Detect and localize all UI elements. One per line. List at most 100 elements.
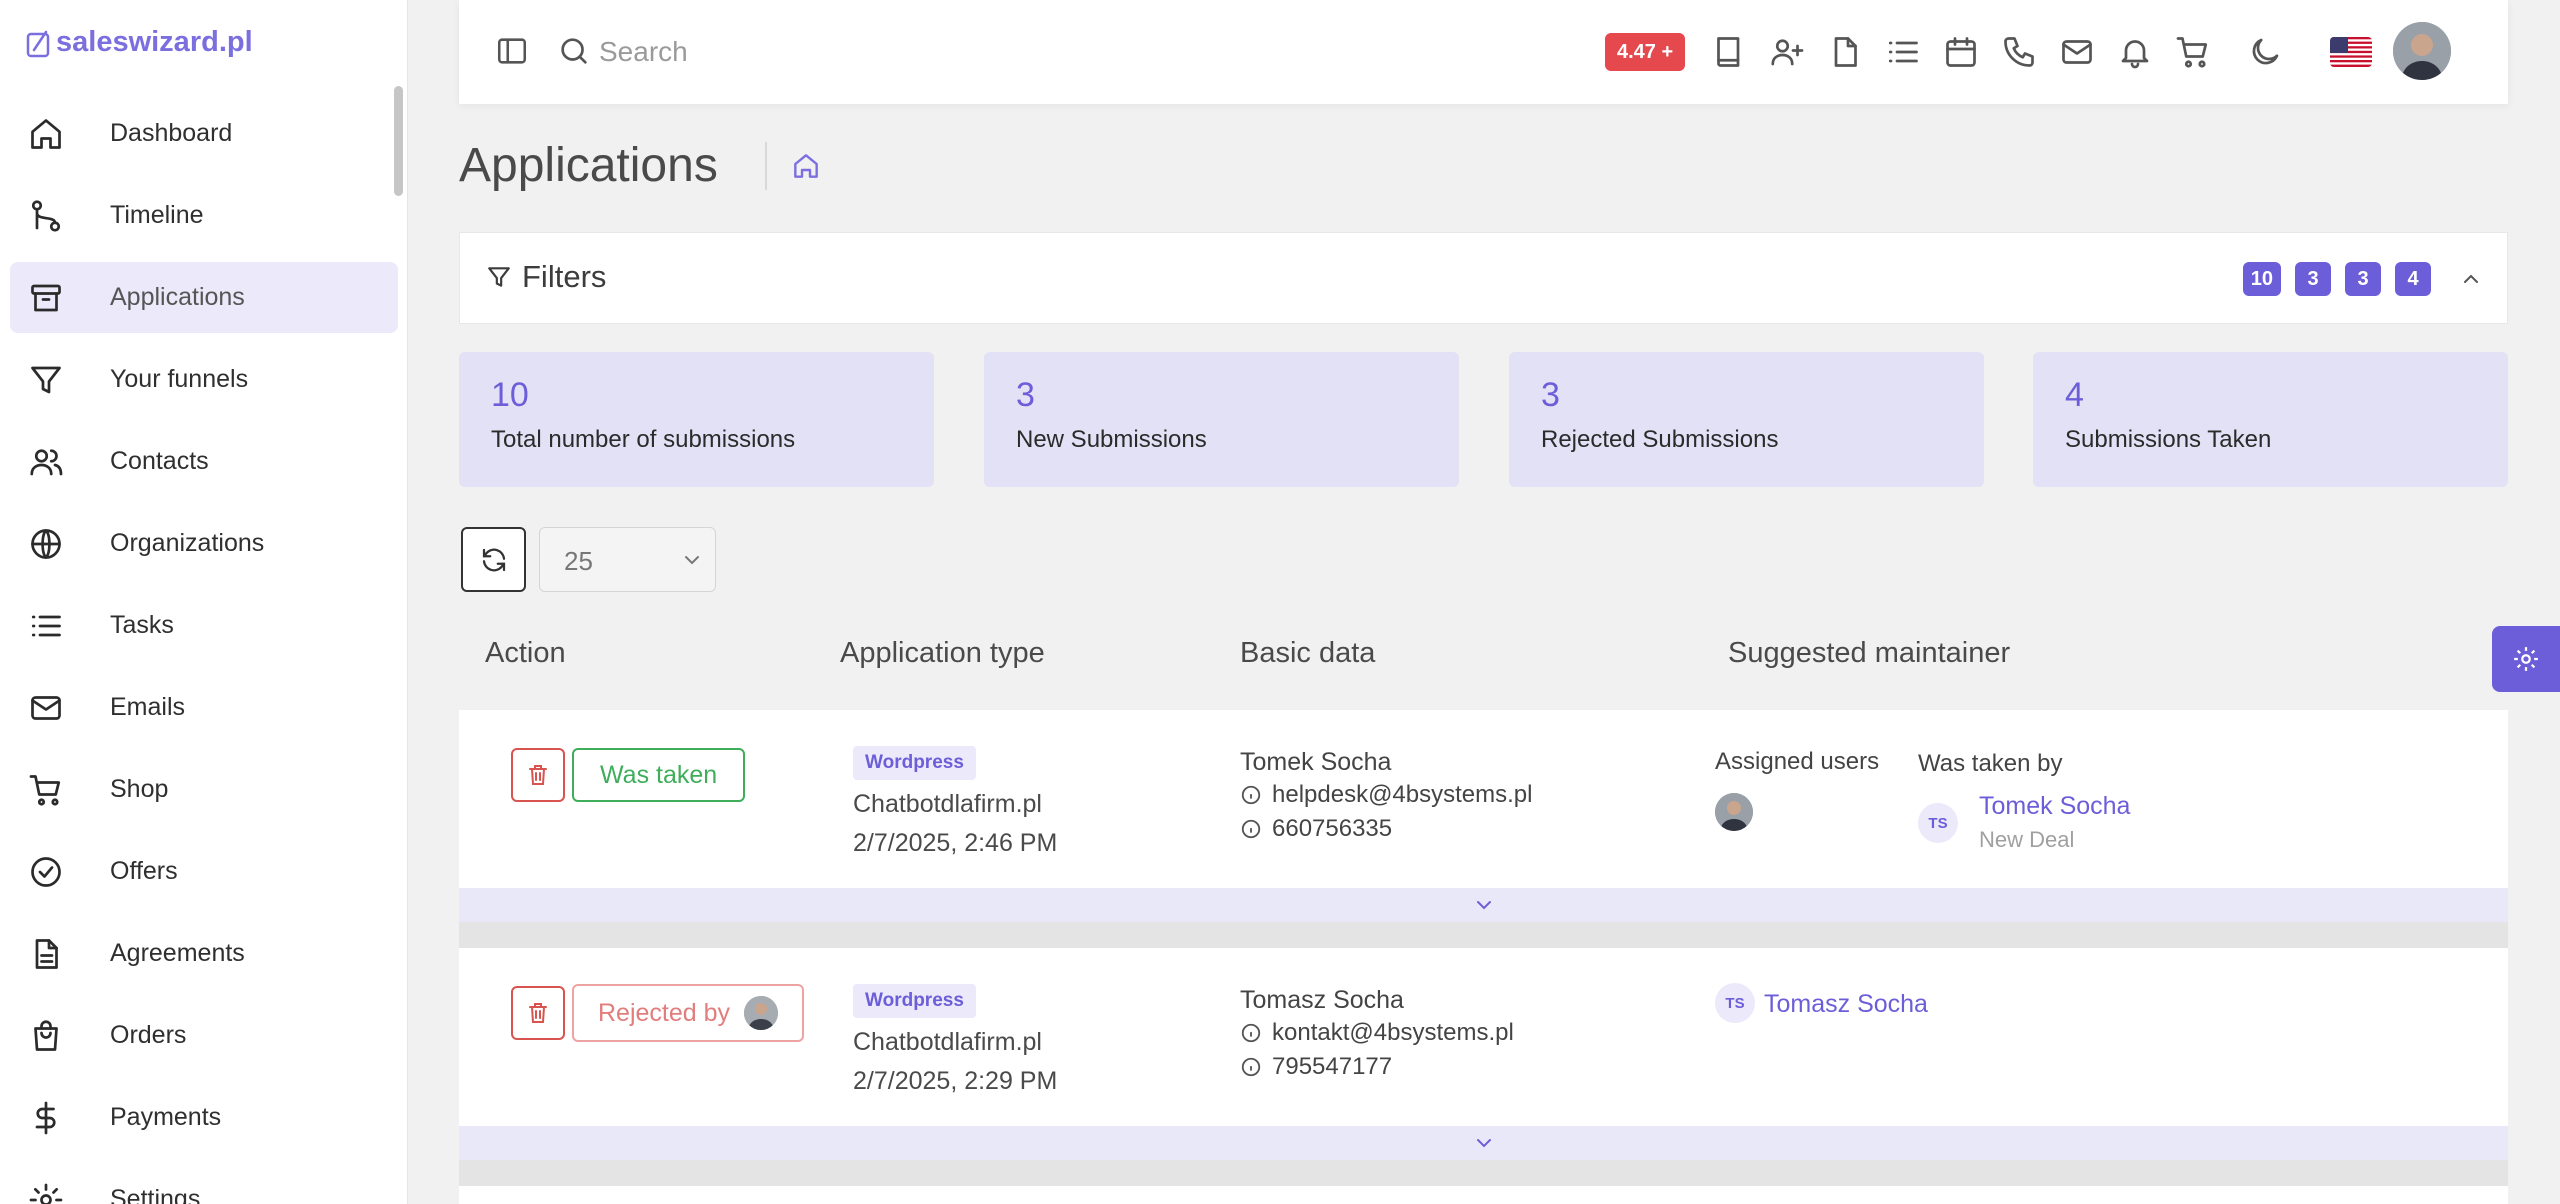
contact-name: Tomasz Socha (1240, 986, 1404, 1014)
check-circle-icon (28, 854, 84, 890)
topbar: 4.47 + (459, 0, 2508, 104)
sidebar-item-payments[interactable]: Payments (10, 1082, 398, 1153)
stat-label: Submissions Taken (2065, 426, 2272, 453)
list-icon (28, 608, 84, 644)
sidebar-item-shop[interactable]: Shop (10, 754, 398, 825)
sidebar-item-dashboard[interactable]: Dashboard (10, 98, 398, 169)
brand-logo[interactable]: saleswizard.pl (26, 26, 253, 59)
sidebar-item-emails[interactable]: Emails (10, 672, 398, 743)
contact-email-line: kontakt@4bsystems.pl (1240, 1019, 1514, 1047)
filter-chip-taken[interactable]: 4 (2395, 262, 2431, 296)
sidebar-item-label: Applications (110, 283, 245, 311)
sidebar-item-label: Contacts (110, 447, 209, 475)
stat-card-new[interactable]: 3 New Submissions (984, 352, 1459, 487)
filters-panel[interactable]: Filters 10 3 3 4 (459, 232, 2508, 324)
filter-chip-rejected[interactable]: 3 (2345, 262, 2381, 296)
user-plus-icon[interactable] (1769, 34, 1805, 70)
was-taken-button[interactable]: Was taken (572, 748, 746, 802)
bell-icon[interactable] (2117, 34, 2153, 70)
stat-label: Rejected Submissions (1541, 426, 1779, 453)
sidebar-item-organizations[interactable]: Organizations (10, 508, 398, 579)
users-icon (28, 444, 84, 480)
sidebar-item-label: Shop (110, 775, 169, 803)
refresh-icon (482, 548, 505, 571)
home-breadcrumb-icon[interactable] (790, 150, 822, 182)
sidebar-item-settings[interactable]: Settings (10, 1164, 398, 1204)
contact-email[interactable]: helpdesk@4bsystems.pl (1272, 781, 1532, 809)
sidebar-item-agreements[interactable]: Agreements (10, 918, 398, 989)
chevron-up-icon[interactable] (2459, 267, 2483, 291)
column-header-application-type[interactable]: Application type (840, 637, 1045, 670)
sidebar-item-offers[interactable]: Offers (10, 836, 398, 907)
file-icon[interactable] (1827, 34, 1863, 70)
table-row[interactable] (459, 1186, 2508, 1204)
filter-chip-new[interactable]: 3 (2295, 262, 2331, 296)
sidebar-scrollbar[interactable] (394, 86, 403, 196)
row-expand-toggle[interactable] (459, 888, 2508, 922)
cart-icon[interactable] (2175, 34, 2211, 70)
sidebar-item-funnels[interactable]: Your funnels (10, 344, 398, 415)
application-source: Chatbotdlafirm.pl (853, 1028, 1042, 1056)
filters-title: Filters (522, 259, 607, 294)
sidebar-item-label: Orders (110, 1021, 187, 1049)
delete-button[interactable] (511, 748, 565, 802)
application-source: Chatbotdlafirm.pl (853, 790, 1042, 818)
table-row[interactable]: Was taken Wordpress Chatbotdlafirm.pl 2/… (459, 710, 2508, 888)
row-expand-toggle[interactable] (459, 1126, 2508, 1160)
contact-name: Tomek Socha (1240, 748, 1392, 776)
stat-card-rejected[interactable]: 3 Rejected Submissions (1509, 352, 1984, 487)
version-badge[interactable]: 4.47 + (1605, 33, 1686, 71)
page-title: Applications (459, 139, 718, 192)
contact-email[interactable]: kontakt@4bsystems.pl (1272, 1019, 1514, 1047)
sidebar-nav: Dashboard Timeline Applications Your fun… (10, 98, 398, 1204)
search-icon[interactable] (557, 34, 591, 68)
dollar-icon (28, 1100, 84, 1136)
git-branch-icon (28, 198, 84, 234)
assigned-user-avatar[interactable] (1715, 793, 1753, 831)
sidebar-item-label: Your funnels (110, 365, 249, 393)
sidebar-item-label: Settings (110, 1185, 201, 1204)
rejected-by-button[interactable]: Rejected by (572, 984, 805, 1042)
archive-icon (28, 280, 84, 316)
calendar-icon[interactable] (1943, 34, 1979, 70)
delete-button[interactable] (511, 986, 565, 1040)
page-size-select[interactable]: 25 (539, 527, 716, 592)
refresh-button[interactable] (461, 527, 526, 592)
chevron-down-icon (1476, 901, 1491, 910)
taker-initials-avatar: TS (1918, 803, 1958, 843)
column-header-suggested-maintainer[interactable]: Suggested maintainer (1728, 637, 2010, 670)
filters-header[interactable]: Filters (486, 259, 606, 295)
sidebar-item-label: Tasks (110, 611, 174, 639)
sidebar-item-timeline[interactable]: Timeline (10, 180, 398, 251)
sidebar-item-applications[interactable]: Applications (10, 262, 398, 333)
column-header-action[interactable]: Action (485, 637, 566, 670)
assigned-users-label: Assigned users (1715, 748, 1880, 775)
moon-icon[interactable] (2247, 34, 2283, 70)
cart-icon (28, 772, 84, 808)
filter-chip-total[interactable]: 10 (2242, 262, 2281, 296)
sidebar-toggle-icon[interactable] (495, 34, 529, 68)
sidebar-item-orders[interactable]: Orders (10, 1000, 398, 1071)
taker-name-link[interactable]: Tomek Socha (1979, 792, 2130, 821)
sidebar-item-contacts[interactable]: Contacts (10, 426, 398, 497)
list-icon[interactable] (1885, 34, 1921, 70)
stat-card-total[interactable]: 10 Total number of submissions (459, 352, 934, 487)
user-avatar[interactable] (2393, 22, 2451, 80)
contact-phone[interactable]: 795547177 (1272, 1053, 1392, 1081)
contact-phone-line: 795547177 (1240, 1053, 1392, 1081)
column-header-basic-data[interactable]: Basic data (1240, 637, 1375, 670)
contact-phone[interactable]: 660756335 (1272, 815, 1392, 843)
table-row[interactable]: Rejected by Wordpress Chatbotdlafirm.pl … (459, 948, 2508, 1126)
row-separator (459, 922, 2508, 948)
mail-icon[interactable] (2059, 34, 2095, 70)
sidebar-item-tasks[interactable]: Tasks (10, 590, 398, 661)
search-input[interactable] (599, 26, 1099, 78)
book-icon[interactable] (1711, 34, 1747, 70)
customizer-gear-button[interactable] (2492, 626, 2560, 692)
us-flag-icon[interactable] (2330, 37, 2372, 67)
maintainer-name-link[interactable]: Tomasz Socha (1764, 990, 1928, 1019)
rejected-by-label: Rejected by (598, 998, 731, 1027)
stat-value: 3 (1016, 376, 1035, 414)
phone-icon[interactable] (2001, 34, 2037, 70)
stat-card-taken[interactable]: 4 Submissions Taken (2033, 352, 2508, 487)
